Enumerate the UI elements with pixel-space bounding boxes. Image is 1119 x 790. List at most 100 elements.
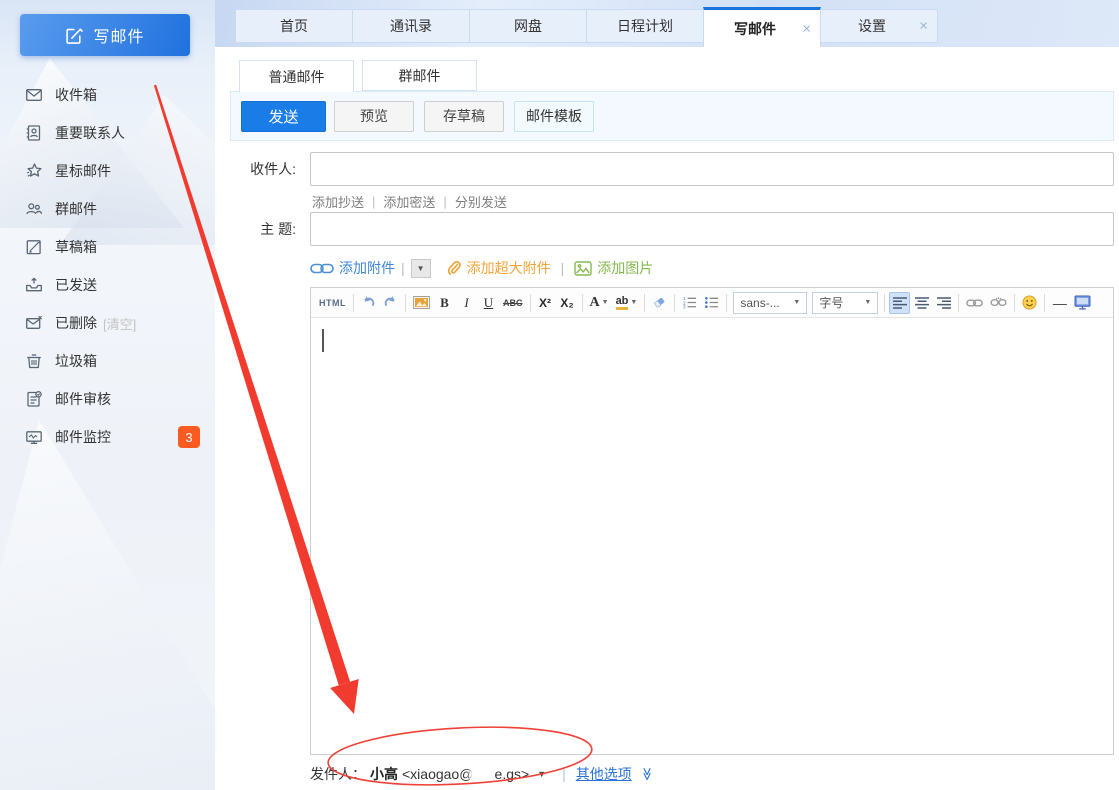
close-icon[interactable]: × — [802, 21, 811, 36]
separate-send-link[interactable]: 分别发送 — [455, 192, 507, 211]
superscript-button[interactable]: X² — [535, 292, 556, 314]
add-bcc-link[interactable]: 添加密送 — [383, 192, 435, 211]
chain-link-icon — [310, 262, 334, 275]
font-family-select[interactable]: sans-... ▼ — [733, 292, 807, 314]
subtab-group-mail[interactable]: 群邮件 — [362, 60, 477, 91]
toolbar-divider — [353, 294, 354, 312]
send-button[interactable]: 发送 — [241, 101, 326, 132]
sidebar-item-group-mail[interactable]: 群邮件 — [0, 190, 215, 228]
toolbar-divider — [644, 294, 645, 312]
fullscreen-button[interactable] — [1071, 292, 1094, 314]
add-attachment-link[interactable]: 添加附件 — [310, 258, 395, 278]
chevrons-down-icon[interactable]: ≫ — [639, 767, 655, 781]
group-icon — [25, 200, 43, 218]
tab-schedule[interactable]: 日程计划 — [586, 9, 704, 43]
tab-settings[interactable]: 设置 × — [820, 9, 938, 43]
editor-body[interactable] — [311, 318, 1113, 754]
tab-compose[interactable]: 写邮件 × — [703, 7, 821, 47]
subscript-button[interactable]: X₂ — [557, 292, 578, 314]
sender-dropdown-icon[interactable]: ▼ — [537, 769, 546, 779]
add-large-attachment-link[interactable]: 添加超大附件 — [447, 258, 551, 278]
toolbar-divider — [1014, 294, 1015, 312]
font-family-value: sans-... — [740, 296, 779, 310]
close-icon[interactable]: × — [919, 19, 928, 34]
insert-image-button[interactable] — [410, 292, 433, 314]
top-banner: 首页 通讯录 网盘 日程计划 写邮件 × 设置 × — [215, 0, 1119, 47]
sent-icon — [25, 276, 43, 294]
sidebar-item-label: 邮件审核 — [55, 389, 111, 409]
sidebar-item-label: 星标邮件 — [55, 161, 111, 181]
compose-mail-button[interactable]: 写邮件 — [20, 14, 190, 56]
sidebar-item-mail-monitor[interactable]: 邮件监控 3 — [0, 418, 215, 456]
caret-down-icon: ▼ — [417, 264, 425, 273]
mail-type-tabs: 普通邮件 群邮件 — [239, 60, 1119, 91]
tab-netdisk[interactable]: 网盘 — [469, 9, 587, 43]
add-large-attachment-label: 添加超大附件 — [467, 258, 551, 278]
paperclip-icon — [447, 260, 462, 276]
subtab-normal-mail[interactable]: 普通邮件 — [239, 60, 354, 92]
recipient-input[interactable] — [310, 152, 1114, 186]
sidebar-item-label: 已发送 — [55, 275, 97, 295]
editor-toolbar: HTML B I U ABC X² X₂ — [311, 288, 1113, 318]
font-size-select[interactable]: 字号 ▼ — [812, 292, 878, 314]
undo-icon[interactable] — [358, 292, 379, 314]
sidebar-item-junk[interactable]: 垃圾箱 — [0, 342, 215, 380]
align-left-button[interactable] — [889, 292, 910, 314]
subject-input[interactable] — [310, 212, 1114, 246]
add-attachment-label: 添加附件 — [339, 258, 395, 278]
align-right-button[interactable] — [933, 292, 954, 314]
recipient-row: 收件人: — [230, 152, 1119, 186]
align-center-button[interactable] — [911, 292, 932, 314]
ordered-list-button[interactable]: 123 — [679, 292, 700, 314]
horizontal-rule-button[interactable]: — — [1049, 292, 1070, 314]
font-color-button[interactable]: A ▼ — [587, 292, 612, 314]
sidebar-item-deleted[interactable]: 已删除 [清空] — [0, 304, 215, 342]
emoticon-button[interactable] — [1019, 292, 1040, 314]
toolbar-divider — [582, 294, 583, 312]
strikethrough-button[interactable]: ABC — [500, 292, 526, 314]
sidebar-item-sent[interactable]: 已发送 — [0, 266, 215, 304]
redo-icon[interactable] — [380, 292, 401, 314]
sidebar-item-starred[interactable]: 星标邮件 — [0, 152, 215, 190]
html-source-button[interactable]: HTML — [316, 292, 349, 314]
sidebar-item-mail-review[interactable]: 邮件审核 — [0, 380, 215, 418]
sidebar-item-label: 重要联系人 — [55, 123, 125, 143]
rich-text-editor: HTML B I U ABC X² X₂ — [310, 287, 1114, 755]
attachment-dropdown-button[interactable]: ▼ — [411, 259, 431, 278]
unordered-list-button[interactable] — [701, 292, 722, 314]
other-options-link[interactable]: 其他选项 — [576, 764, 632, 784]
tab-home[interactable]: 首页 — [235, 9, 353, 43]
sidebar-item-important-contacts[interactable]: 重要联系人 — [0, 114, 215, 152]
italic-button[interactable]: I — [456, 292, 477, 314]
preview-button[interactable]: 预览 — [334, 101, 414, 132]
recipient-label: 收件人: — [230, 159, 310, 179]
add-cc-link[interactable]: 添加抄送 — [312, 192, 364, 211]
toolbar-divider — [405, 294, 406, 312]
caret-down-icon: ▼ — [602, 299, 609, 306]
cc-bcc-links: 添加抄送 | 添加密送 | 分别发送 — [312, 193, 1119, 210]
empty-trash-link[interactable]: [清空] — [103, 314, 136, 333]
insert-link-button[interactable] — [963, 292, 986, 314]
mail-template-button[interactable]: 邮件模板 — [514, 101, 594, 132]
sender-row: 发件人： 小高 <xiaogao@ie.gs> ▼ | 其他选项 ≫ — [310, 763, 1119, 785]
tab-contacts[interactable]: 通讯录 — [352, 9, 470, 43]
sidebar-item-inbox[interactable]: 收件箱 — [0, 76, 215, 114]
trash-icon — [25, 352, 43, 370]
toolbar-divider — [530, 294, 531, 312]
subtab-label: 群邮件 — [399, 66, 441, 86]
highlight-color-button[interactable]: ab ▼ — [613, 292, 641, 314]
sidebar-item-label: 收件箱 — [55, 85, 97, 105]
underline-button[interactable]: U — [478, 292, 499, 314]
tab-label: 通讯录 — [390, 16, 432, 36]
add-image-link[interactable]: 添加图片 — [574, 258, 653, 278]
sidebar-item-drafts[interactable]: 草稿箱 — [0, 228, 215, 266]
sidebar-item-label: 垃圾箱 — [55, 351, 97, 371]
toolbar-divider — [1044, 294, 1045, 312]
format-eraser-button[interactable] — [649, 292, 670, 314]
bold-button[interactable]: B — [434, 292, 455, 314]
save-draft-button[interactable]: 存草稿 — [424, 101, 504, 132]
divider: | — [372, 194, 375, 209]
review-icon — [25, 390, 43, 408]
tab-label: 网盘 — [514, 16, 542, 36]
remove-link-button[interactable] — [987, 292, 1010, 314]
